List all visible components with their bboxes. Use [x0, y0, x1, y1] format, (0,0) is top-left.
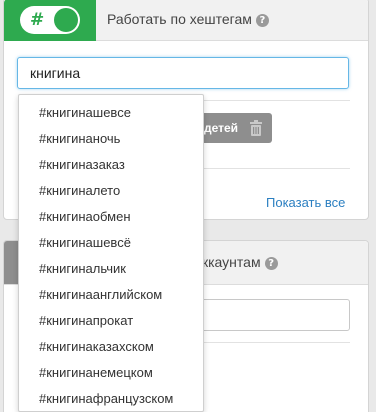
suggestion-item[interactable]: #книгинаобмен [39, 209, 131, 224]
suggestion-item[interactable]: #книгиналето [39, 183, 120, 198]
suggestion-item[interactable]: #книгинашевсё [39, 235, 131, 250]
help-icon[interactable]: ? [264, 257, 278, 270]
help-icon[interactable]: ? [255, 14, 269, 27]
suggestion-item[interactable]: #книгинанемецком [39, 365, 153, 380]
remove-hashtags-button[interactable]: детей [192, 113, 272, 143]
hashtag-search-input[interactable] [17, 57, 349, 89]
hashtag-toggle-switch[interactable]: # [20, 6, 80, 34]
suggestion-item[interactable]: #книгинапрокат [39, 313, 133, 328]
accounts-card-title: ккаунтам? [202, 254, 278, 270]
accounts-toggle-block[interactable] [4, 241, 18, 284]
trash-icon [250, 120, 262, 136]
hashtag-toggle-block: # [4, 0, 96, 41]
suggestion-item[interactable]: #книгинашевсе [39, 105, 131, 120]
hashtag-suggestions-dropdown: #книгинашевсе #книгинаночь #книгиназаказ #к… [18, 94, 204, 412]
hashtag-title-text: Работать по хештегам [107, 11, 252, 27]
suggestion-item[interactable]: #книгинаказахском [39, 339, 154, 354]
suggestion-item[interactable]: #книгинальчик [39, 261, 126, 276]
suggestion-item[interactable]: #книгиназаказ [39, 157, 125, 172]
toggle-knob [54, 8, 78, 32]
suggestion-item[interactable]: #книгинаночь [39, 131, 120, 146]
hashtag-card-title: Работать по хештегам? [107, 11, 269, 27]
accounts-title-text: ккаунтам [202, 254, 261, 270]
gray-button-label: детей [204, 121, 239, 135]
suggestion-item[interactable]: #книгинаанглийском [39, 287, 162, 302]
hash-icon: # [30, 10, 45, 30]
show-all-link[interactable]: Показать все [266, 195, 345, 210]
suggestion-item[interactable]: #книгинафранцузском [39, 391, 173, 406]
